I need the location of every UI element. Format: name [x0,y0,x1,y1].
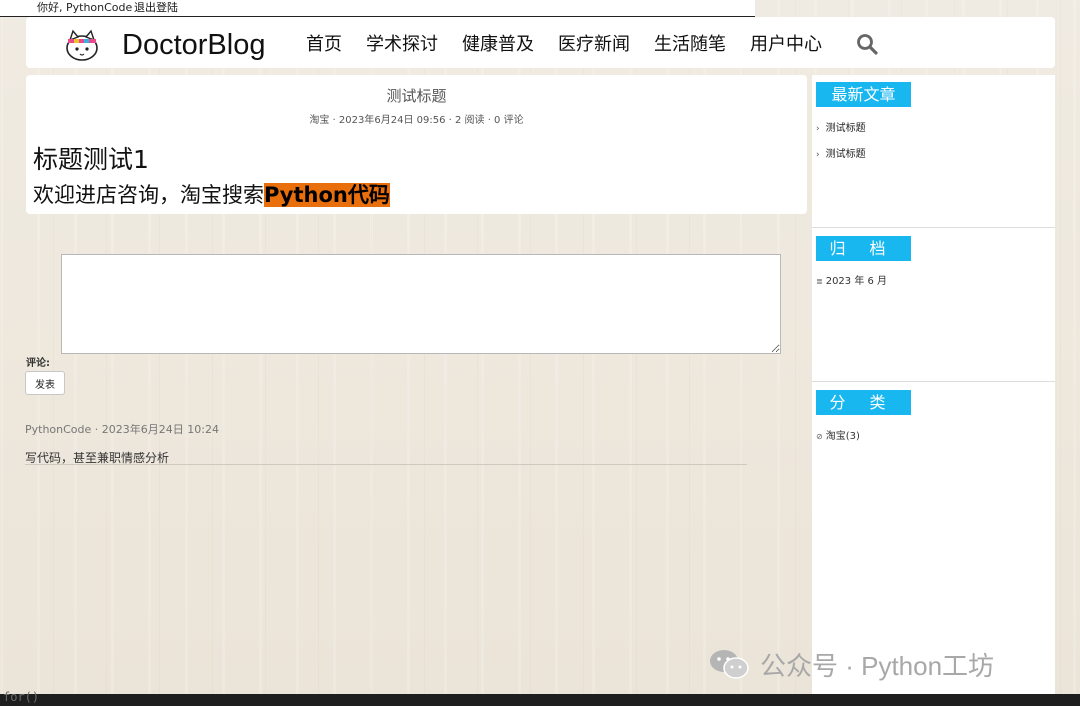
chevron-right-icon: › [816,124,820,134]
bottom-strip [0,694,1080,706]
tag-icon: ⊘ [816,432,823,441]
article-meta: 淘宝 · 2023年6月24日 09:56 · 2 阅读 · 0 评论 [309,115,524,126]
comment-divider [25,464,747,465]
comment-textarea[interactable] [61,254,781,354]
search-icon[interactable] [856,33,878,55]
recent-post-item[interactable]: › 测试标题 [816,119,866,134]
wechat-icon [710,650,749,679]
article-heading: 标题测试1 [33,145,149,174]
recent-posts-title: 最新文章 [816,82,911,107]
greeting-text: 你好, PythonCode [37,1,133,14]
recent-posts-panel: 最新文章 › 测试标题 › 测试标题 [812,75,1055,228]
nav-home[interactable]: 首页 [306,31,342,59]
site-brand[interactable]: DoctorBlog [122,25,265,65]
archive-title: 归档 [816,236,911,261]
list-icon: ≣ [816,277,823,286]
sidebar: 最新文章 › 测试标题 › 测试标题 归档 ≣ 2023 年 6 月 分类 ⊘ 淘宝(3… [812,75,1055,695]
watermark: 公众号 · Python工坊 [708,644,994,684]
watermark-text: 公众号 · Python工坊 [760,650,995,681]
comment-meta: PythonCode · 2023年6月24日 10:24 [25,423,219,436]
nav-user-center[interactable]: 用户中心 [750,31,822,59]
code-peek-text: for() [3,690,40,704]
logout-link[interactable]: 退出登陆 [134,0,178,16]
category-title: 分类 [816,390,911,415]
comment-label: 评论: [26,358,50,369]
cat-logo-icon[interactable] [64,27,100,63]
archive-item[interactable]: ≣ 2023 年 6 月 [816,272,887,287]
recent-post-item[interactable]: › 测试标题 [816,145,866,160]
category-item[interactable]: ⊘ 淘宝(3) [816,427,860,442]
nav-life-notes[interactable]: 生活随笔 [654,31,726,59]
main-nav: 首页 学术探讨 健康普及 医疗新闻 生活随笔 用户中心 [306,31,846,59]
post-comment-button[interactable]: 发表 [25,371,65,395]
nav-medical-news[interactable]: 医疗新闻 [558,31,630,59]
article-title: 测试标题 [386,87,447,105]
article-body-text: 欢迎进店咨询，淘宝搜索 [33,183,264,207]
chevron-right-icon: › [816,150,820,160]
article-card: 测试标题 淘宝 · 2023年6月24日 09:56 · 2 阅读 · 0 评论… [26,75,807,214]
site-header: DoctorBlog 首页 学术探讨 健康普及 医疗新闻 生活随笔 用户中心 [26,17,1055,68]
nav-health[interactable]: 健康普及 [462,31,534,59]
archive-panel: 归档 ≣ 2023 年 6 月 [812,228,1055,382]
article-body: 欢迎进店咨询，淘宝搜索Python代码 [33,181,390,209]
top-bar: 你好, PythonCode 退出登陆 [0,0,755,17]
nav-academic[interactable]: 学术探讨 [366,31,438,59]
article-body-highlight: Python代码 [264,183,390,207]
